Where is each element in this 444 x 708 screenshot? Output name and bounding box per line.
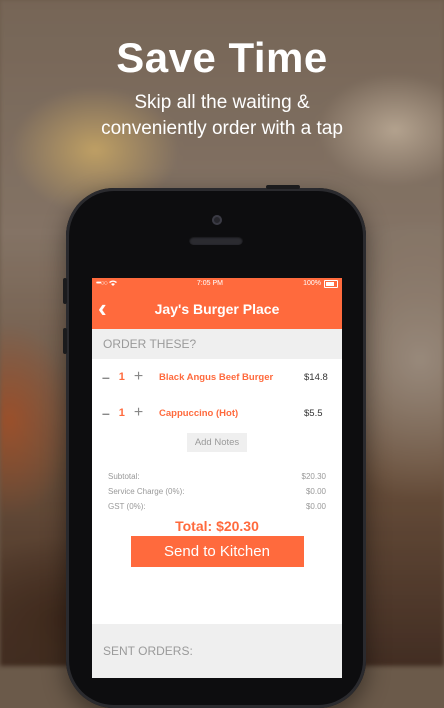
quantity-stepper: – 1 + [102,368,159,386]
summary-value: $20.30 [301,472,326,481]
status-bar: •••○○ 7:05 PM 100% [92,278,342,289]
hero-subtitle-line-2: conveniently order with a tap [101,118,343,139]
signal-icon: •••○○ [96,280,108,287]
app-screen: •••○○ 7:05 PM 100% ‹ Jay's Burger Place … [92,278,342,678]
item-quantity: 1 [118,407,125,419]
summary-value: $0.00 [305,487,326,496]
order-total: Total: $20.30 [175,518,259,534]
hero-title: Save Time [116,34,328,81]
summary-value: $0.00 [305,502,326,511]
summary-row: GST (0%): $0.00 [108,499,326,514]
phone-side-button [63,278,67,304]
status-left: •••○○ [96,280,117,288]
battery-icon [323,279,338,288]
quantity-stepper: – 1 + [102,404,159,422]
nav-bar: ‹ Jay's Burger Place [92,289,342,329]
status-right: 100% [303,279,338,288]
summary-label: Subtotal: [108,472,140,481]
hero-subtitle-line-1: Skip all the waiting & [134,92,310,113]
add-notes-button[interactable]: Add Notes [186,433,248,452]
phone-top-button [266,185,300,189]
item-price: $5.5 [304,407,323,419]
phone-side-button [63,328,67,354]
item-name[interactable]: Cappuccino (Hot) [159,408,304,419]
order-section-header: ORDER THESE? [92,329,342,359]
hero-subtitle: Skip all the waiting & conveniently orde… [0,90,444,142]
sent-orders-header: SENT ORDERS: [92,624,342,678]
item-name[interactable]: Black Angus Beef Burger [159,372,304,383]
increase-quantity-button[interactable]: + [134,368,143,386]
decrease-quantity-button[interactable]: – [102,405,110,421]
send-to-kitchen-button[interactable]: Send to Kitchen [130,536,304,567]
status-time: 7:05 PM [196,280,223,287]
item-quantity: 1 [118,371,125,383]
wifi-icon [108,280,117,288]
summary-row: Subtotal: $20.30 [108,469,326,484]
notes-wrap: Add Notes [92,433,342,452]
order-summary: Subtotal: $20.30 Service Charge (0%): $0… [92,469,342,514]
summary-label: Service Charge (0%): [108,487,185,496]
battery-percent: 100% [303,280,321,287]
increase-quantity-button[interactable]: + [134,404,143,422]
order-item-row: – 1 + Cappuccino (Hot) $5.5 [92,395,342,431]
order-item-row: – 1 + Black Angus Beef Burger $14.8 [92,359,342,395]
earpiece-speaker [189,236,243,245]
chevron-left-icon[interactable]: ‹ [98,295,120,321]
front-camera [212,215,222,225]
restaurant-title: Jay's Burger Place [154,301,280,317]
decrease-quantity-button[interactable]: – [102,369,110,385]
summary-row: Service Charge (0%): $0.00 [108,484,326,499]
item-price: $14.8 [304,371,328,383]
summary-label: GST (0%): [108,502,146,511]
